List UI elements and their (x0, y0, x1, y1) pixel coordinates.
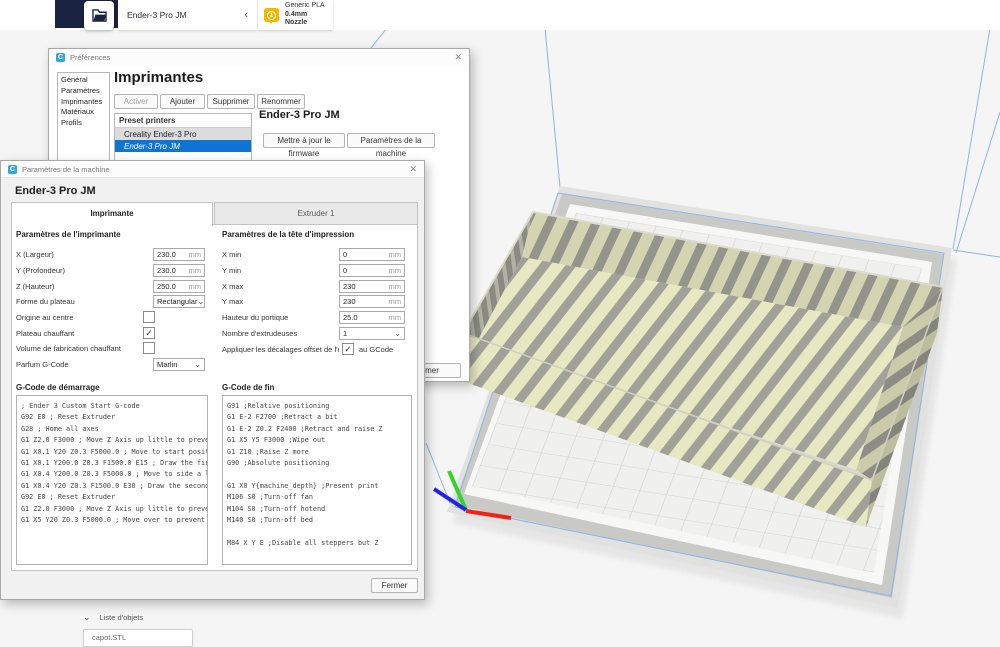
add-button[interactable]: Ajouter (160, 94, 205, 109)
open-folder-icon (91, 9, 107, 22)
object-list-title: Liste d'objets (99, 613, 144, 622)
field-label: Origine au centre (16, 313, 74, 322)
field-label: Plateau chauffant (16, 329, 75, 338)
printer-section-title: Paramètres de l'imprimante (16, 230, 121, 239)
field-label: X (Largeur) (16, 250, 54, 259)
heated-bed-checkbox[interactable]: ✓ (143, 327, 155, 339)
extruder-count-dropdown[interactable]: 1 ⌄ (339, 327, 405, 340)
z-height-input[interactable]: 250.0 mm (153, 280, 205, 293)
update-firmware-button[interactable]: Mettre à jour le firmware (263, 133, 345, 158)
field-label: Hauteur du portique (222, 313, 289, 322)
machine-settings-dialog: C Paramètres de la machine ✕ Ender-3 Pro… (0, 160, 425, 600)
end-gcode-textarea[interactable]: G91 ;Relative positioning G1 E-2 F2700 ;… (222, 395, 412, 565)
field-label: Parfum G-Code (16, 360, 69, 369)
machine-settings-button[interactable]: Paramètres de la machine (347, 133, 435, 158)
sidebar-item-materiaux[interactable]: Matériaux (61, 107, 106, 118)
field-label: X max (222, 282, 244, 291)
close-icon[interactable]: ✕ (454, 52, 462, 63)
material-selector[interactable]: 1 Generic PLA 0.4mm Nozzle (258, 0, 333, 30)
object-list-item[interactable]: capot.STL (83, 629, 193, 647)
offsets-label: Appliquer les décalages offset de l'extr… (222, 345, 339, 354)
end-gcode-label: G-Code de fin (222, 383, 275, 392)
top-bar: Ender-3 Pro JM ‹ 1 Generic PLA 0.4mm Noz… (0, 0, 1000, 30)
start-gcode-label: G-Code de démarrage (16, 383, 100, 392)
printer-selector[interactable]: Ender-3 Pro JM ‹ (118, 0, 257, 30)
material-name: Generic PLA (285, 2, 325, 10)
sidebar-item-general[interactable]: Général (61, 75, 106, 86)
offsets-suffix: au GCode (359, 345, 394, 354)
chevron-down-icon: ⌄ (194, 360, 201, 369)
cura-logo-icon: C (8, 164, 17, 174)
x-max-input[interactable]: 230 mm (339, 280, 405, 293)
origin-center-checkbox[interactable] (143, 311, 155, 323)
selected-printer-title: Ender-3 Pro JM (259, 109, 340, 121)
cura-logo-icon: C (56, 53, 65, 62)
field-label: Y max (222, 297, 244, 306)
page-title: Imprimantes (114, 69, 204, 86)
x-min-input[interactable]: 0 mm (339, 248, 405, 261)
start-gcode-textarea[interactable]: ; Ender 3 Custom Start G-code G92 E0 ; R… (16, 395, 208, 565)
field-label: Nombre d'extrudeuses (222, 329, 298, 338)
field-label: Y min (222, 266, 242, 275)
list-item-ender3projm[interactable]: Ender-3 Pro JM (115, 140, 251, 152)
activate-button[interactable]: Activer (114, 94, 158, 109)
bed-shape-dropdown[interactable]: Rectangular ⌄ (153, 295, 205, 308)
chevron-left-icon: ‹ (244, 9, 248, 21)
field-label: Z (Hauteur) (16, 282, 55, 291)
extruder-offsets-checkbox[interactable]: ✓ (342, 343, 354, 355)
list-item-creality-ender3pro[interactable]: Creality Ender-3 Pro (115, 128, 251, 140)
extruder-badge-icon: 1 (264, 8, 279, 24)
sidebar-item-parametres[interactable]: Paramètres (61, 86, 106, 97)
dialog-title: Paramètres de la machine (22, 164, 110, 174)
rename-button[interactable]: Renommer (257, 94, 305, 109)
machine-name-heading: Ender-3 Pro JM (15, 185, 96, 197)
chevron-down-icon: ⌄ (197, 297, 205, 306)
field-label: Forme du plateau (16, 297, 75, 306)
gcode-flavor-dropdown[interactable]: Marlin ⌄ (153, 358, 205, 371)
remove-button[interactable]: Supprimer (207, 94, 255, 109)
dialog-title: Préférences (70, 53, 111, 62)
nozzle-size: 0.4mm Nozzle (285, 10, 308, 27)
chevron-down-icon: ⌄ (394, 329, 401, 338)
object-list-panel: ⌄ Liste d'objets capot.STL (83, 612, 193, 647)
field-label: X min (222, 250, 242, 259)
extruder-number: 1 (267, 10, 276, 20)
y-depth-input[interactable]: 230.0 mm (153, 264, 205, 277)
list-header: Preset printers (115, 114, 251, 128)
field-label: Y (Profondeur) (16, 266, 66, 275)
object-list-header[interactable]: ⌄ Liste d'objets (83, 612, 193, 623)
y-max-input[interactable]: 230 mm (339, 295, 405, 308)
printer-name: Ender-3 Pro JM (127, 10, 187, 20)
sidebar-item-profils[interactable]: Profils (61, 118, 106, 129)
y-min-input[interactable]: 0 mm (339, 264, 405, 277)
tab-imprimante[interactable]: Imprimante (11, 202, 213, 226)
printer-tab-content: Paramètres de l'imprimante X (Largeur) 2… (11, 224, 418, 571)
sidebar-item-imprimantes[interactable]: Imprimantes (61, 97, 106, 108)
printhead-section-title: Paramètres de la tête d'impression (222, 230, 355, 239)
field-label: Volume de fabrication chauffant (16, 344, 121, 353)
heated-volume-checkbox[interactable] (143, 342, 155, 354)
close-button[interactable]: Fermer (371, 578, 418, 593)
tab-extruder-1[interactable]: Extruder 1 (214, 202, 418, 225)
gantry-height-input[interactable]: 25.0 mm (339, 311, 405, 324)
open-file-button[interactable] (84, 1, 114, 30)
preferences-titlebar[interactable]: C Préférences ✕ (49, 49, 469, 66)
x-width-input[interactable]: 230.0 mm (153, 248, 205, 261)
collapse-icon: ⌄ (83, 612, 91, 622)
close-icon[interactable]: ✕ (409, 164, 417, 175)
machine-titlebar[interactable]: C Paramètres de la machine ✕ (1, 161, 424, 178)
